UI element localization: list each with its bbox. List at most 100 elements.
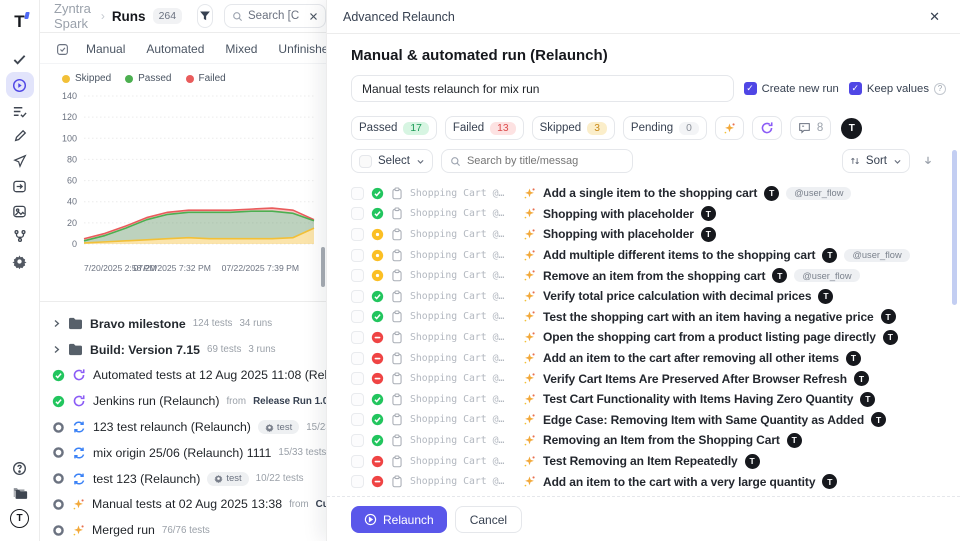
- test-checkbox[interactable]: [351, 207, 364, 220]
- test-checkbox[interactable]: [351, 352, 364, 365]
- test-row[interactable]: Shopping Cart @…Removing an Item from th…: [351, 430, 946, 451]
- run-row[interactable]: Automated tests at 12 Aug 2025 11:08 (Re…: [52, 363, 326, 389]
- cancel-button[interactable]: Cancel: [455, 506, 522, 533]
- test-case-ref: Shopping Cart @…: [410, 373, 516, 384]
- run-row[interactable]: mix origin 25/06 (Relaunch) 111115/33 te…: [52, 440, 326, 466]
- close-icon[interactable]: [309, 12, 318, 21]
- test-row[interactable]: Shopping Cart @…Test the shopping cart w…: [351, 307, 946, 328]
- create-new-run-checkbox[interactable]: ✓ Create new run: [744, 82, 839, 95]
- test-row[interactable]: Shopping Cart @…Add an item to the cart …: [351, 471, 946, 492]
- test-row[interactable]: Shopping Cart @…Remove an item from the …: [351, 265, 946, 286]
- run-row[interactable]: Manual tests at 02 Aug 2025 13:38fromCus…: [52, 492, 326, 518]
- test-tag: @user_flow: [786, 187, 851, 200]
- sidebar-item-branch-icon[interactable]: [6, 224, 34, 248]
- assignee-avatar[interactable]: T: [841, 118, 862, 139]
- test-row[interactable]: Shopping Cart @…Add a single item to the…: [351, 183, 946, 204]
- test-checkbox[interactable]: [351, 249, 364, 262]
- run-row[interactable]: test 123 (Relaunch)test10/22 tests: [52, 466, 326, 492]
- sidebar-item-folders-icon[interactable]: [6, 481, 34, 505]
- filter-chip-failed[interactable]: Failed13: [445, 116, 524, 140]
- left-panel-scrollbar[interactable]: [321, 247, 325, 287]
- tab-mixed[interactable]: Mixed: [225, 42, 257, 56]
- test-row[interactable]: Shopping Cart @…Verify total price calcu…: [351, 286, 946, 307]
- assignee-avatar: T: [846, 351, 861, 366]
- tab-automated[interactable]: Automated: [146, 42, 204, 56]
- tab-unfinished[interactable]: Unfinished: [278, 42, 326, 56]
- chevron-down-icon: [416, 157, 425, 166]
- filter-chip-passed[interactable]: Passed17: [351, 116, 437, 140]
- test-row[interactable]: Shopping Cart @…Test Cart Functionality …: [351, 389, 946, 410]
- legend-item-skipped[interactable]: Skipped: [62, 73, 111, 84]
- test-row[interactable]: Shopping Cart @…Shopping with placeholde…: [351, 204, 946, 225]
- test-row[interactable]: Shopping Cart @…Shopping with placeholde…: [351, 224, 946, 245]
- run-row[interactable]: Jenkins run (Relaunch)fromRelease Run 1.…: [52, 388, 326, 414]
- test-checkbox[interactable]: [351, 475, 364, 488]
- sidebar-item-box-arrow-icon[interactable]: [6, 174, 34, 198]
- tests-search-input[interactable]: [467, 155, 624, 167]
- sidebar-item-logo-t[interactable]: T: [6, 9, 34, 33]
- sidebar-item-pencil-icon[interactable]: [6, 124, 34, 148]
- test-row[interactable]: Shopping Cart @…Edge Case: Removing Item…: [351, 410, 946, 431]
- test-checkbox[interactable]: [351, 269, 364, 282]
- filter-button[interactable]: [197, 4, 213, 28]
- sidebar-item-plane-icon[interactable]: [6, 149, 34, 173]
- sidebar-item-gear-icon[interactable]: [6, 249, 34, 273]
- runs-search[interactable]: [224, 4, 326, 28]
- select-dropdown[interactable]: Select: [351, 149, 433, 173]
- select-all-checkbox[interactable]: [359, 155, 372, 168]
- sidebar-item-list-check-icon[interactable]: [6, 99, 34, 123]
- test-checkbox[interactable]: [351, 310, 364, 323]
- test-checkbox[interactable]: [351, 434, 364, 447]
- milestone-row[interactable]: Build: Version 7.1569 tests3 runs: [52, 337, 326, 363]
- filter-chip-pending[interactable]: Pending0: [623, 116, 707, 140]
- filter-chip-comment-icon[interactable]: 8: [790, 116, 831, 140]
- test-row[interactable]: Shopping Cart @…Open the shopping cart f…: [351, 327, 946, 348]
- keep-values-checkbox[interactable]: ✓ Keep values ?: [849, 82, 946, 95]
- test-title: Open the shopping cart from a product li…: [543, 330, 876, 344]
- sidebar-item-image-icon[interactable]: [6, 199, 34, 223]
- milestone-row[interactable]: Bravo milestone124 tests34 runs: [52, 311, 326, 337]
- test-row[interactable]: Shopping Cart @…Test Removing an Item Re…: [351, 451, 946, 472]
- runs-search-input[interactable]: [248, 10, 304, 22]
- help-icon[interactable]: ?: [934, 83, 946, 95]
- test-checkbox[interactable]: [351, 393, 364, 406]
- user-avatar: T: [10, 509, 29, 528]
- tests-search[interactable]: [441, 149, 633, 173]
- test-row[interactable]: Shopping Cart @…Add multiple different i…: [351, 245, 946, 266]
- modal-scrollbar[interactable]: [952, 150, 957, 305]
- close-icon[interactable]: ✕: [925, 7, 944, 27]
- test-row[interactable]: Shopping Cart @…Add an item to the cart …: [351, 348, 946, 369]
- chevron-right-icon[interactable]: [52, 319, 61, 328]
- select-mode-icon[interactable]: [56, 43, 69, 56]
- relaunch-button[interactable]: Relaunch: [351, 506, 447, 533]
- sidebar-item-help-icon[interactable]: [6, 456, 34, 480]
- test-checkbox[interactable]: [351, 331, 364, 344]
- test-row[interactable]: Shopping Cart @…Verify Cart Items Are Pr…: [351, 368, 946, 389]
- sidebar-item-avatar-t[interactable]: T: [6, 506, 34, 530]
- run-meta: 69 tests: [207, 344, 241, 355]
- run-row[interactable]: 123 test relaunch (Relaunch)test15/23 te…: [52, 414, 326, 440]
- test-checkbox[interactable]: [351, 290, 364, 303]
- status-filter-row: Passed17 Failed13 Skipped3 Pending0 8T: [351, 116, 946, 140]
- sort-dropdown[interactable]: Sort: [842, 149, 910, 173]
- run-row[interactable]: Merged run76/76 tests: [52, 517, 326, 541]
- legend-item-passed[interactable]: Passed: [125, 73, 171, 84]
- tab-manual[interactable]: Manual: [86, 42, 125, 56]
- download-icon[interactable]: [916, 149, 940, 173]
- test-checkbox[interactable]: [351, 455, 364, 468]
- filter-chip-sparkle-icon[interactable]: [715, 116, 744, 140]
- sidebar-item-check-icon[interactable]: [6, 47, 34, 71]
- test-checkbox[interactable]: [351, 372, 364, 385]
- sidebar-item-play-circle-icon[interactable]: [6, 72, 34, 98]
- filter-chip-skipped[interactable]: Skipped3: [532, 116, 615, 140]
- run-name-input[interactable]: [351, 75, 734, 102]
- test-checkbox[interactable]: [351, 228, 364, 241]
- breadcrumb-app[interactable]: Zyntra Spark: [54, 1, 94, 31]
- legend-item-failed[interactable]: Failed: [186, 73, 226, 84]
- test-checkbox[interactable]: [351, 187, 364, 200]
- assignee-avatar: T: [701, 206, 716, 221]
- chevron-right-icon[interactable]: [52, 345, 61, 354]
- clipboard-icon: [391, 249, 403, 262]
- test-checkbox[interactable]: [351, 413, 364, 426]
- filter-chip-automation-icon[interactable]: [752, 116, 782, 140]
